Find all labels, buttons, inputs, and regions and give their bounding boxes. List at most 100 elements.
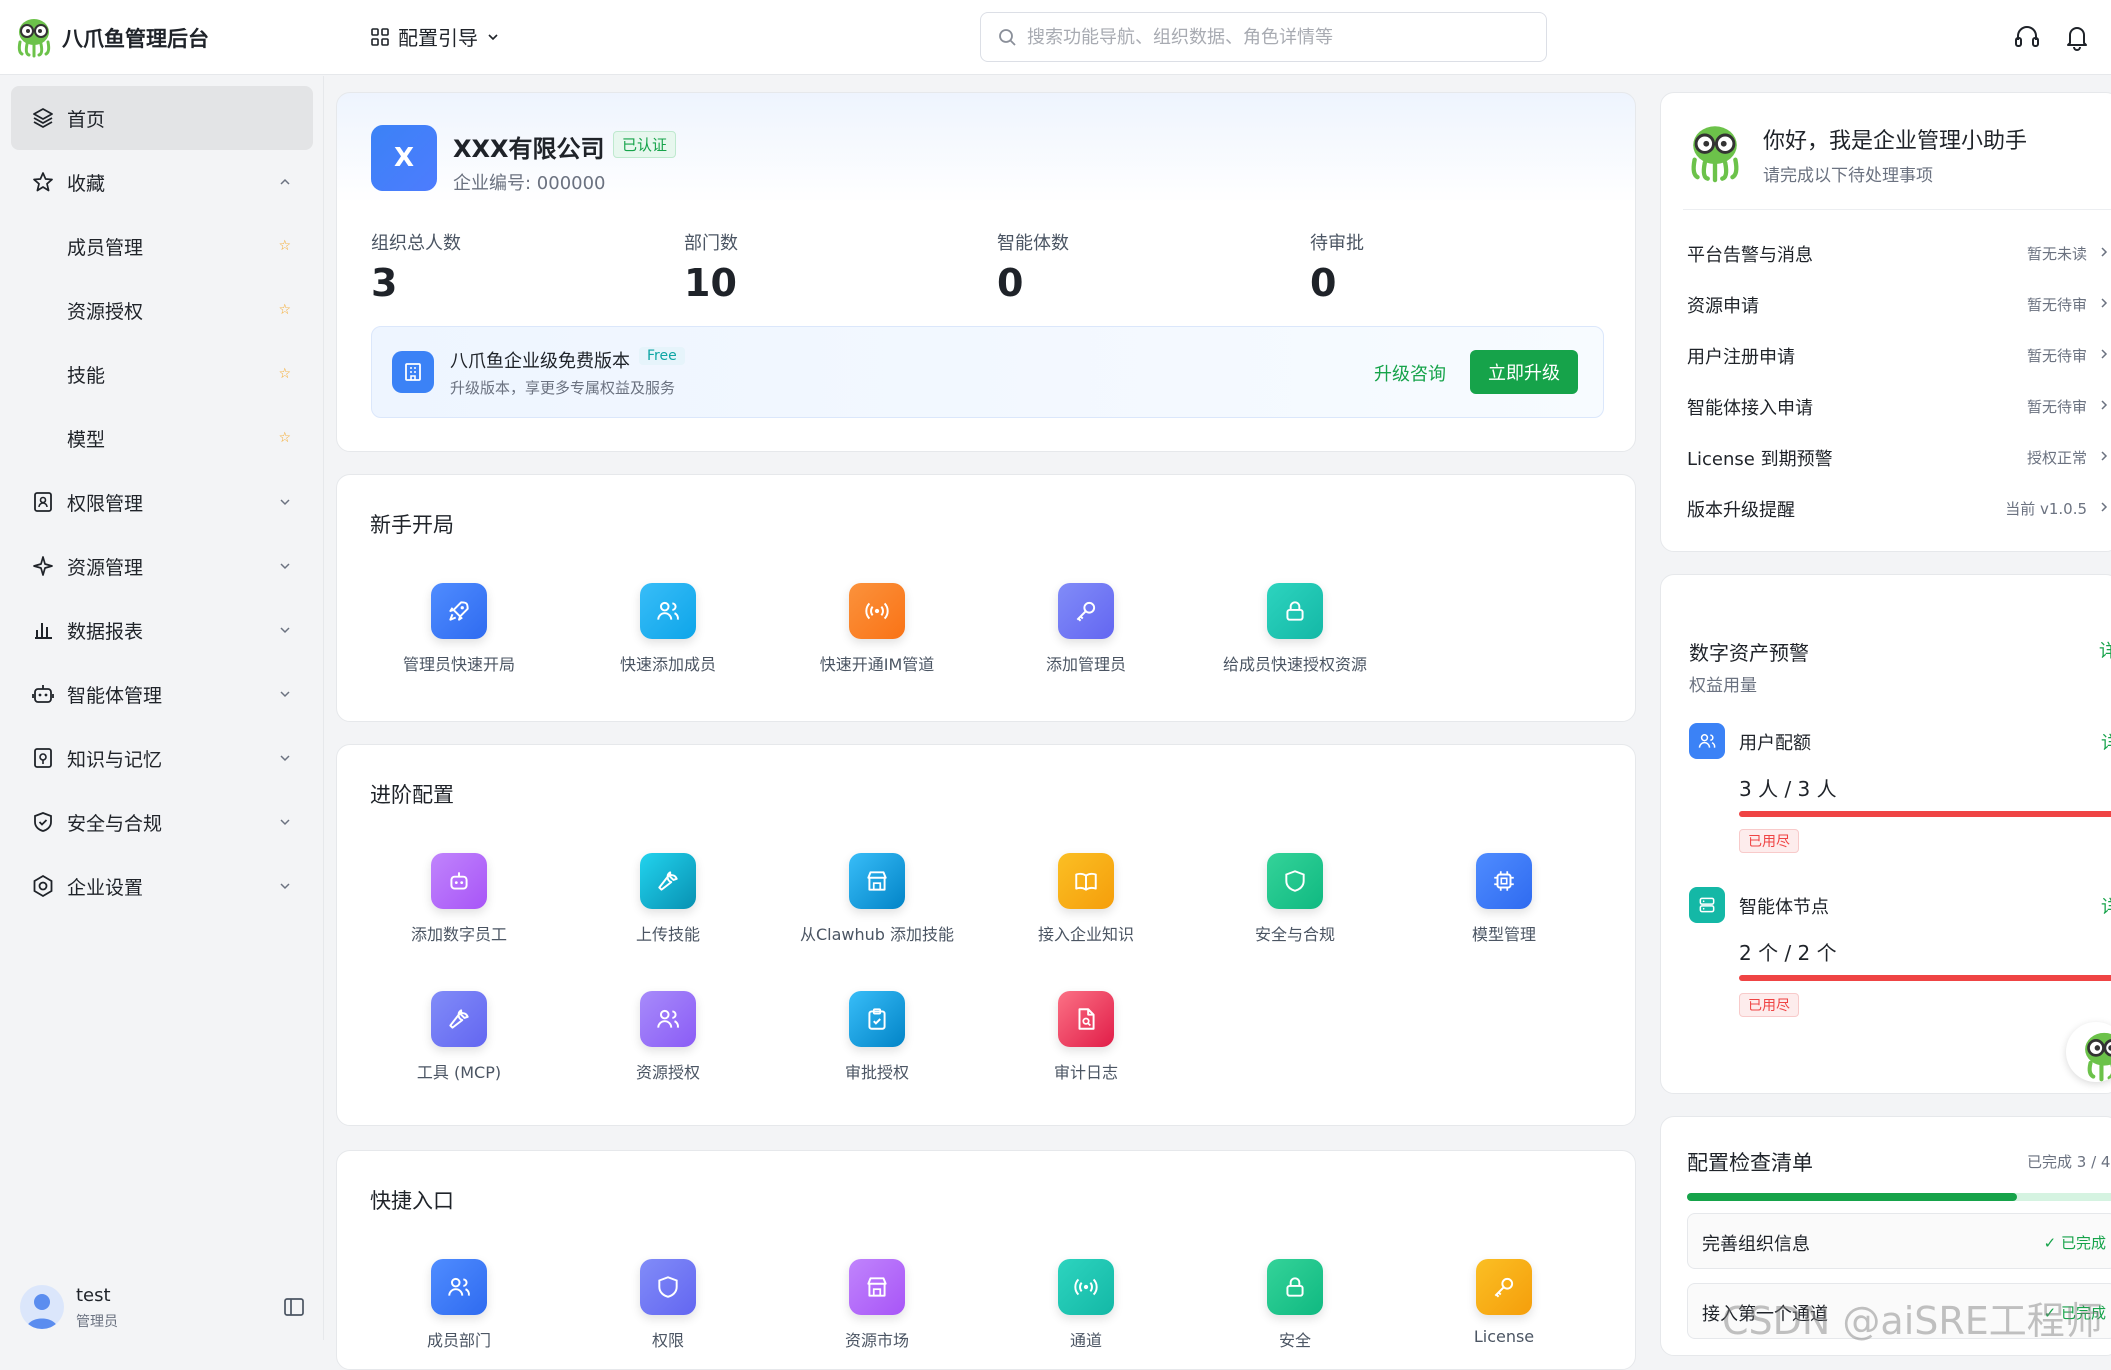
- sidebar-fav-skills[interactable]: 技能 ☆: [11, 342, 313, 406]
- bell-icon[interactable]: [2062, 22, 2092, 52]
- quota-progress-fill: [1739, 975, 2111, 981]
- quick-action-tile[interactable]: 给成员快速授权资源: [1191, 583, 1399, 693]
- quick-action-tile[interactable]: 接入企业知识: [982, 853, 1190, 963]
- tile-label: 给成员快速授权资源: [1222, 655, 1367, 674]
- sidebar-item-enterprise-settings[interactable]: 企业设置: [11, 854, 313, 918]
- checklist-item[interactable]: 接入第一个通道 ✓ 已完成: [1687, 1283, 2111, 1339]
- checklist-progress-bar: [1687, 1193, 2111, 1201]
- chevron-down-icon: [280, 499, 290, 506]
- chevron-right-icon: [2101, 349, 2108, 359]
- sidebar-fav-model[interactable]: 模型 ☆: [11, 406, 313, 470]
- task-item[interactable]: 智能体接入申请 暂无待审: [1673, 380, 2111, 430]
- search-box[interactable]: [980, 12, 1547, 62]
- quota-detail-link[interactable]: 详情: [2101, 893, 2111, 919]
- wrench-icon: [431, 991, 487, 1047]
- sidebar-item-favorites[interactable]: 收藏: [11, 150, 313, 214]
- upgrade-now-button[interactable]: 立即升级: [1470, 350, 1578, 394]
- quota-detail-link[interactable]: 详情: [2101, 729, 2111, 755]
- quick-action-tile[interactable]: 审计日志: [982, 991, 1190, 1101]
- checklist-item[interactable]: 完善组织信息 ✓ 已完成: [1687, 1213, 2111, 1269]
- sidebar-fav-resource-auth[interactable]: 资源授权 ☆: [11, 278, 313, 342]
- verified-badge: 已认证: [613, 131, 677, 158]
- quick-action-tile[interactable]: 成员部门: [355, 1259, 563, 1369]
- quick-action-tile[interactable]: 通道: [982, 1259, 1190, 1369]
- task-item[interactable]: 资源申请 暂无待审: [1673, 278, 2111, 328]
- task-item[interactable]: License 到期预警 授权正常: [1673, 431, 2111, 481]
- quick-action-tile[interactable]: License: [1400, 1259, 1608, 1369]
- task-item[interactable]: 平台告警与消息 暂无未读: [1673, 227, 2111, 277]
- signal-icon: [1058, 1259, 1114, 1315]
- quick-action-tile[interactable]: 审批授权: [773, 991, 981, 1101]
- sidebar-item-agents[interactable]: 智能体管理: [11, 662, 313, 726]
- quick-action-tile[interactable]: 添加管理员: [982, 583, 1190, 693]
- user-profile[interactable]: test 管理员: [20, 1283, 320, 1333]
- user-role: 管理员: [76, 1314, 118, 1330]
- quick-action-tile[interactable]: 快速开通IM管道: [773, 583, 981, 693]
- tile-label: License: [1473, 1327, 1535, 1346]
- star-filled-icon[interactable]: ☆: [278, 430, 291, 446]
- users-icon: [431, 1259, 487, 1315]
- chevron-right-icon: [2101, 451, 2108, 461]
- asset-warning-card: 数字资产预警 详情 权益用量 用户配额 详情 3 人 / 3 人 已用尽 智能体…: [1660, 574, 2111, 1094]
- sidebar-item-permissions[interactable]: 权限管理: [11, 470, 313, 534]
- checklist-progress-fill: [1687, 1193, 2017, 1201]
- quick-action-tile[interactable]: 上传技能: [564, 853, 772, 963]
- key-icon: [1058, 583, 1114, 639]
- sidebar-item-resources[interactable]: 资源管理: [11, 534, 313, 598]
- star-filled-icon[interactable]: ☆: [278, 302, 291, 318]
- task-status: 当前 v1.0.5: [2005, 500, 2087, 518]
- star-filled-icon[interactable]: ☆: [278, 366, 291, 382]
- config-guide-label: 配置引导: [398, 26, 478, 50]
- server-icon: [1689, 887, 1725, 923]
- rocket-icon: [431, 583, 487, 639]
- chevron-down-icon: [280, 819, 290, 826]
- stat-label: 组织总人数: [371, 233, 461, 254]
- quick-action-tile[interactable]: 安全与合规: [1191, 853, 1399, 963]
- quick-action-tile[interactable]: 资源授权: [564, 991, 772, 1101]
- tile-label: 安全与合规: [1254, 925, 1335, 944]
- sidebar-item-knowledge[interactable]: 知识与记忆: [11, 726, 313, 790]
- clipboard-icon: [849, 991, 905, 1047]
- stat-label: 待审批: [1310, 233, 1364, 254]
- stat-members: 组织总人数 3: [371, 229, 461, 305]
- quick-action-tile[interactable]: 快速添加成员: [564, 583, 772, 693]
- upgrade-consult-link[interactable]: 升级咨询: [1374, 360, 1446, 386]
- users-icon: [640, 583, 696, 639]
- quick-action-tile[interactable]: 添加数字员工: [355, 853, 563, 963]
- sidebar-item-label: 资源管理: [67, 556, 144, 579]
- quota-progress-fill: [1739, 811, 2111, 817]
- brand-title: 八爪鱼管理后台: [62, 27, 209, 51]
- sidebar-item-reports[interactable]: 数据报表: [11, 598, 313, 662]
- users-icon: [640, 991, 696, 1047]
- asset-detail-link[interactable]: 详情: [2099, 637, 2111, 663]
- store-icon: [849, 853, 905, 909]
- sidebar-item-home[interactable]: 首页: [11, 86, 313, 150]
- task-item[interactable]: 用户注册申请 暂无待审: [1673, 329, 2111, 379]
- book-icon: [1058, 853, 1114, 909]
- sidebar-fav-member[interactable]: 成员管理 ☆: [11, 214, 313, 278]
- quick-action-tile[interactable]: 工具 (MCP): [355, 991, 563, 1101]
- quick-action-tile[interactable]: 从Clawhub 添加技能: [773, 853, 981, 963]
- config-guide-menu[interactable]: 配置引导: [370, 22, 500, 51]
- quota-name: 智能体节点: [1739, 897, 1829, 918]
- sidebar-fav-label: 技能: [67, 364, 106, 387]
- tile-label: 资源市场: [844, 1331, 909, 1350]
- quick-action-tile[interactable]: 安全: [1191, 1259, 1399, 1369]
- task-status: 暂无待审: [2026, 398, 2087, 416]
- tile-label: 快速开通IM管道: [819, 655, 935, 674]
- headset-icon[interactable]: [2012, 22, 2042, 52]
- star-filled-icon[interactable]: ☆: [278, 238, 291, 254]
- stat-value: 0: [997, 261, 1024, 305]
- upgrade-banner: 八爪鱼企业级免费版本 Free 升级版本，享更多专属权益及服务 升级咨询 立即升…: [371, 326, 1604, 418]
- chevron-right-icon: [2101, 298, 2108, 308]
- task-item[interactable]: 版本升级提醒 当前 v1.0.5: [1673, 482, 2111, 532]
- company-logo: X: [371, 125, 437, 191]
- quick-action-tile[interactable]: 模型管理: [1400, 853, 1608, 963]
- quick-action-tile[interactable]: 管理员快速开局: [355, 583, 563, 693]
- sidebar-item-security[interactable]: 安全与合规: [11, 790, 313, 854]
- sidebar-collapse-icon[interactable]: [282, 1295, 306, 1319]
- search-input[interactable]: [1027, 26, 1507, 48]
- shortcuts-card: 快捷入口 成员部门 权限 资源市场 通道 安全 License: [336, 1150, 1636, 1370]
- quick-action-tile[interactable]: 资源市场: [773, 1259, 981, 1369]
- quick-action-tile[interactable]: 权限: [564, 1259, 772, 1369]
